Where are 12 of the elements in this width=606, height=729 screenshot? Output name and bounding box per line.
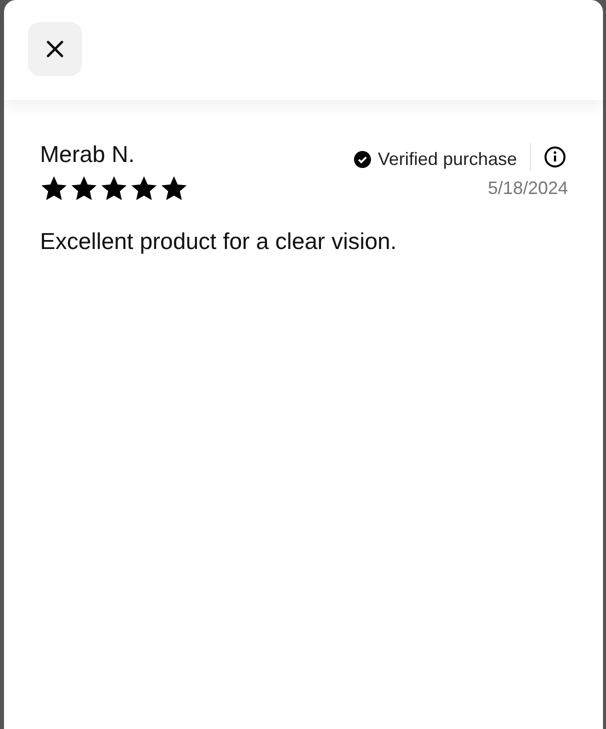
star-icon xyxy=(160,175,188,202)
review-text: Excellent product for a clear vision. xyxy=(40,227,398,256)
reviewer-name: Merab N. xyxy=(40,140,135,168)
close-icon xyxy=(45,39,65,59)
star-icon xyxy=(40,175,68,202)
review-date: 5/18/2024 xyxy=(488,177,568,200)
star-icon xyxy=(70,175,98,202)
close-button[interactable] xyxy=(28,22,82,76)
star-icon xyxy=(130,175,158,202)
verified-label: Verified purchase xyxy=(378,148,517,171)
info-icon[interactable] xyxy=(544,146,566,168)
star-icon xyxy=(100,175,128,202)
